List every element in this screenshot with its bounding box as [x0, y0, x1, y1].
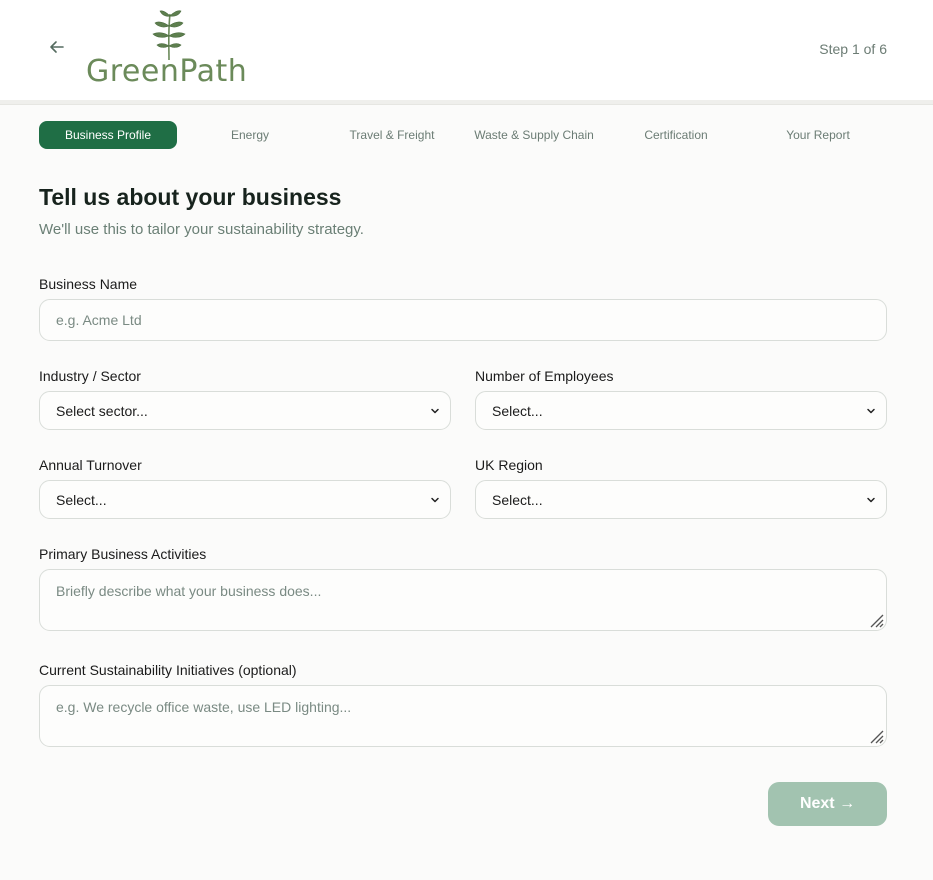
initiatives-placeholder: e.g. We recycle office waste, use LED li…	[56, 699, 352, 715]
business-name-label: Business Name	[39, 276, 138, 292]
activities-textarea[interactable]: Briefly describe what your business does…	[39, 569, 887, 631]
step-business-profile[interactable]: Business Profile	[39, 121, 177, 149]
step-your-report[interactable]: Your Report	[749, 121, 887, 149]
initiatives-textarea[interactable]: e.g. We recycle office waste, use LED li…	[39, 685, 887, 747]
turnover-selected-value: Select...	[56, 491, 107, 508]
back-button[interactable]	[44, 34, 70, 60]
employees-selected-value: Select...	[492, 402, 543, 419]
business-name-placeholder: e.g. Acme Ltd	[56, 312, 142, 328]
page-title: Tell us about your business	[39, 184, 342, 210]
activities-label: Primary Business Activities	[39, 546, 207, 562]
industry-label: Industry / Sector	[39, 368, 141, 384]
next-button[interactable]: Next →	[768, 782, 887, 826]
activities-placeholder: Briefly describe what your business does…	[56, 583, 322, 599]
step-counter: Step 1 of 6	[819, 41, 887, 57]
chevron-down-icon	[866, 405, 878, 417]
employees-select[interactable]: Select...	[475, 391, 887, 430]
step-energy[interactable]: Energy	[181, 121, 319, 149]
initiatives-label: Current Sustainability Initiatives (opti…	[39, 662, 297, 678]
turnover-select[interactable]: Select...	[39, 480, 451, 519]
resize-grip-icon[interactable]	[866, 610, 884, 628]
business-name-input[interactable]: e.g. Acme Ltd	[39, 299, 887, 341]
region-label: UK Region	[475, 457, 543, 473]
step-travel-freight[interactable]: Travel & Freight	[323, 121, 461, 149]
header-divider	[0, 100, 933, 105]
industry-select[interactable]: Select sector...	[39, 391, 451, 430]
step-waste-supply-chain[interactable]: Waste & Supply Chain	[465, 121, 603, 149]
region-selected-value: Select...	[492, 491, 543, 508]
page-subtitle: We'll use this to tailor your sustainabi…	[39, 221, 364, 238]
progress-stepper: Business Profile Energy Travel & Freight…	[39, 121, 887, 149]
region-select[interactable]: Select...	[475, 480, 887, 519]
turnover-label: Annual Turnover	[39, 457, 142, 473]
chevron-down-icon	[430, 405, 442, 417]
step-certification[interactable]: Certification	[607, 121, 745, 149]
logo-wordmark: GreenPath	[86, 54, 248, 89]
header: GreenPath Step 1 of 6	[0, 0, 933, 100]
resize-grip-icon[interactable]	[866, 726, 884, 744]
arrow-left-icon	[50, 41, 64, 53]
employees-label: Number of Employees	[475, 368, 614, 384]
leaf-sprig-icon	[152, 10, 186, 60]
logo[interactable]: GreenPath	[86, 8, 256, 92]
industry-selected-value: Select sector...	[56, 402, 148, 419]
chevron-down-icon	[430, 494, 442, 506]
chevron-down-icon	[866, 494, 878, 506]
